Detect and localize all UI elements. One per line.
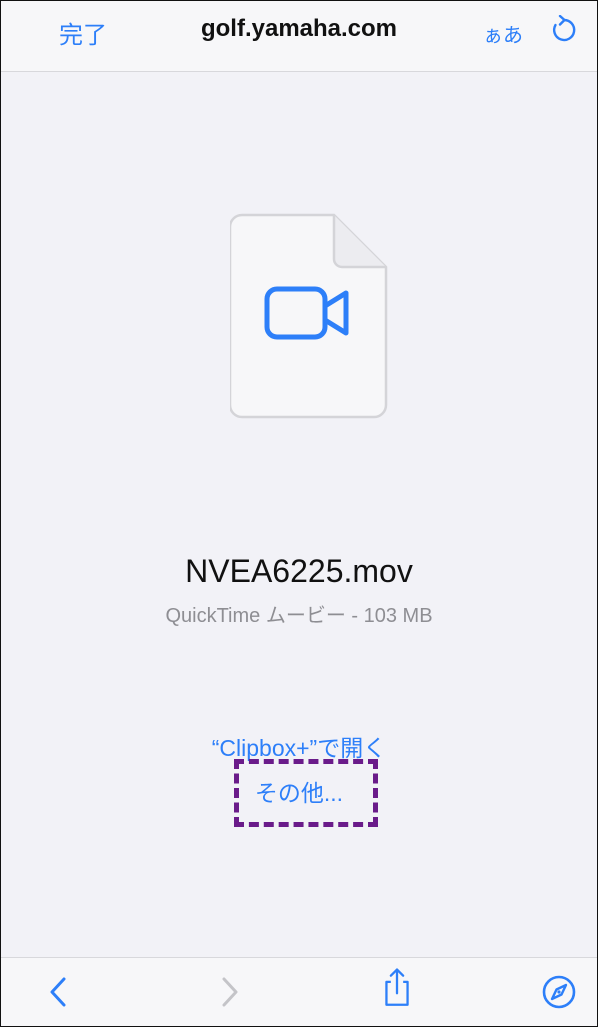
file-name: NVEA6225.mov: [185, 553, 413, 589]
open-in-app-button[interactable]: “Clipbox+”で開く: [1, 729, 597, 763]
share-icon[interactable]: [375, 966, 419, 1010]
compass-icon[interactable]: [537, 970, 581, 1014]
video-file-icon: [230, 213, 388, 419]
highlight-box: [234, 759, 378, 827]
back-icon[interactable]: [37, 970, 81, 1014]
reload-icon[interactable]: [550, 15, 578, 45]
bottom-toolbar: [1, 957, 597, 1026]
text-size-button[interactable]: ぁあ: [483, 19, 523, 48]
top-navigation-bar: 完了 golf.yamaha.com ぁあ: [1, 1, 597, 72]
file-info: QuickTime ムービー - 103 MB: [165, 605, 433, 627]
safari-download-view: 完了 golf.yamaha.com ぁあ NVEA6225.mov Quick…: [0, 0, 598, 1027]
forward-icon[interactable]: [207, 970, 251, 1014]
